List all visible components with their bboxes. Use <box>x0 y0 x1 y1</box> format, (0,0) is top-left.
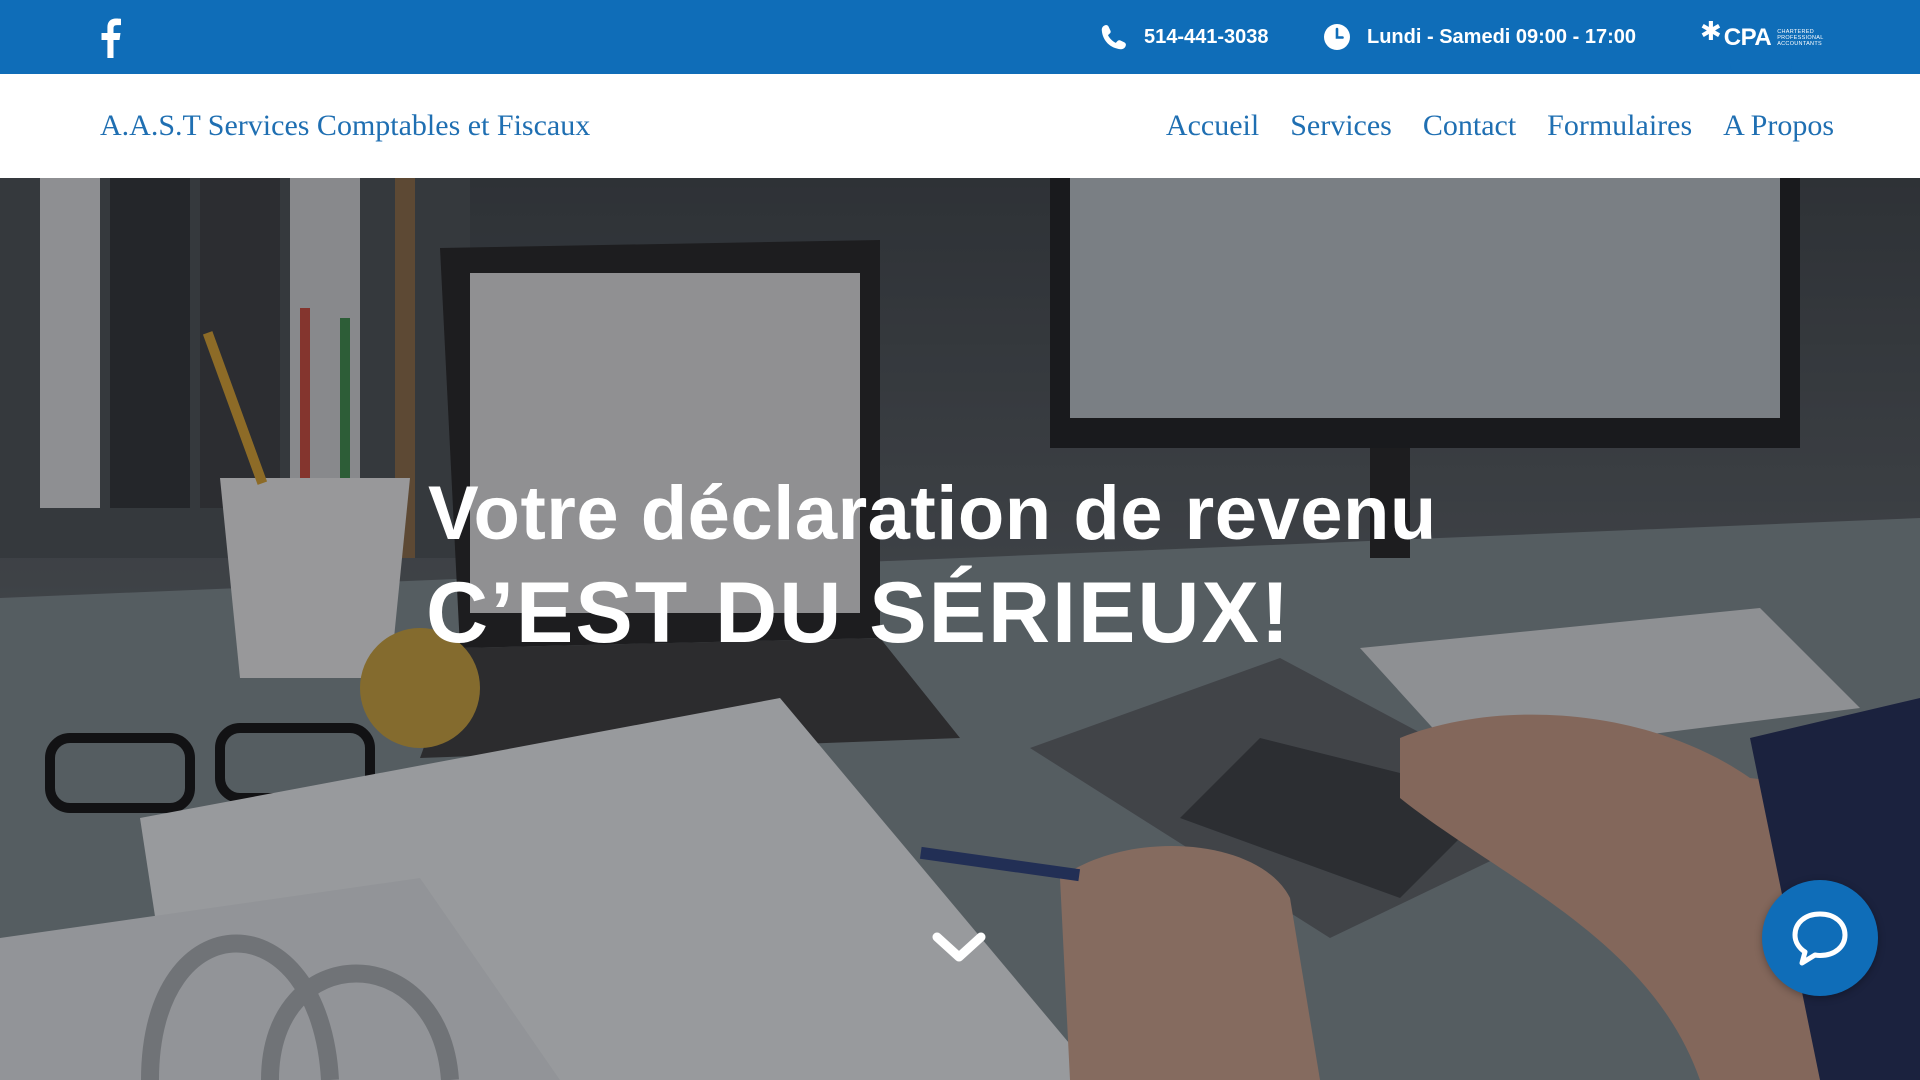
hero-section: Votre déclaration de revenu C’EST DU SÉR… <box>0 178 1920 1080</box>
hero-headline: Votre déclaration de revenu <box>428 471 1437 556</box>
scroll-down-button[interactable] <box>931 929 987 965</box>
cpa-logo: ✱ CPA Chartered Professional Accountants <box>1700 16 1824 58</box>
cpa-mark: CPA <box>1723 24 1772 51</box>
maple-leaf-icon: ✱ <box>1700 16 1722 46</box>
site-header: A.A.S.T Services Comptables et Fiscaux A… <box>0 74 1920 178</box>
chat-button[interactable] <box>1762 880 1878 996</box>
phone-icon <box>1101 25 1126 50</box>
top-bar: 514-441-3038 Lundi - Samedi 09:00 - 17:0… <box>0 0 1920 76</box>
nav-a-propos[interactable]: A Propos <box>1723 109 1834 143</box>
facebook-link[interactable] <box>98 18 122 58</box>
chevron-down-icon <box>932 932 986 962</box>
hero-subheadline: C’EST DU SÉRIEUX! <box>426 565 1292 661</box>
site-title[interactable]: A.A.S.T Services Comptables et Fiscaux <box>100 74 590 178</box>
nav-services[interactable]: Services <box>1290 109 1392 143</box>
nav-accueil[interactable]: Accueil <box>1166 109 1259 143</box>
phone-contact[interactable]: 514-441-3038 <box>1100 0 1269 74</box>
business-hours: Lundi - Samedi 09:00 - 17:00 <box>1323 0 1636 74</box>
clock-icon <box>1324 24 1350 50</box>
main-nav: Accueil Services Contact Formulaires A P… <box>1135 74 1834 178</box>
facebook-icon <box>101 18 121 58</box>
nav-contact[interactable]: Contact <box>1423 109 1516 143</box>
chat-bubble-icon <box>1792 911 1848 966</box>
nav-formulaires[interactable]: Formulaires <box>1547 109 1692 143</box>
hours-text: Lundi - Samedi 09:00 - 17:00 <box>1367 25 1636 48</box>
cpa-tagline: Chartered Professional Accountants <box>1777 29 1824 47</box>
phone-number[interactable]: 514-441-3038 <box>1144 26 1269 49</box>
